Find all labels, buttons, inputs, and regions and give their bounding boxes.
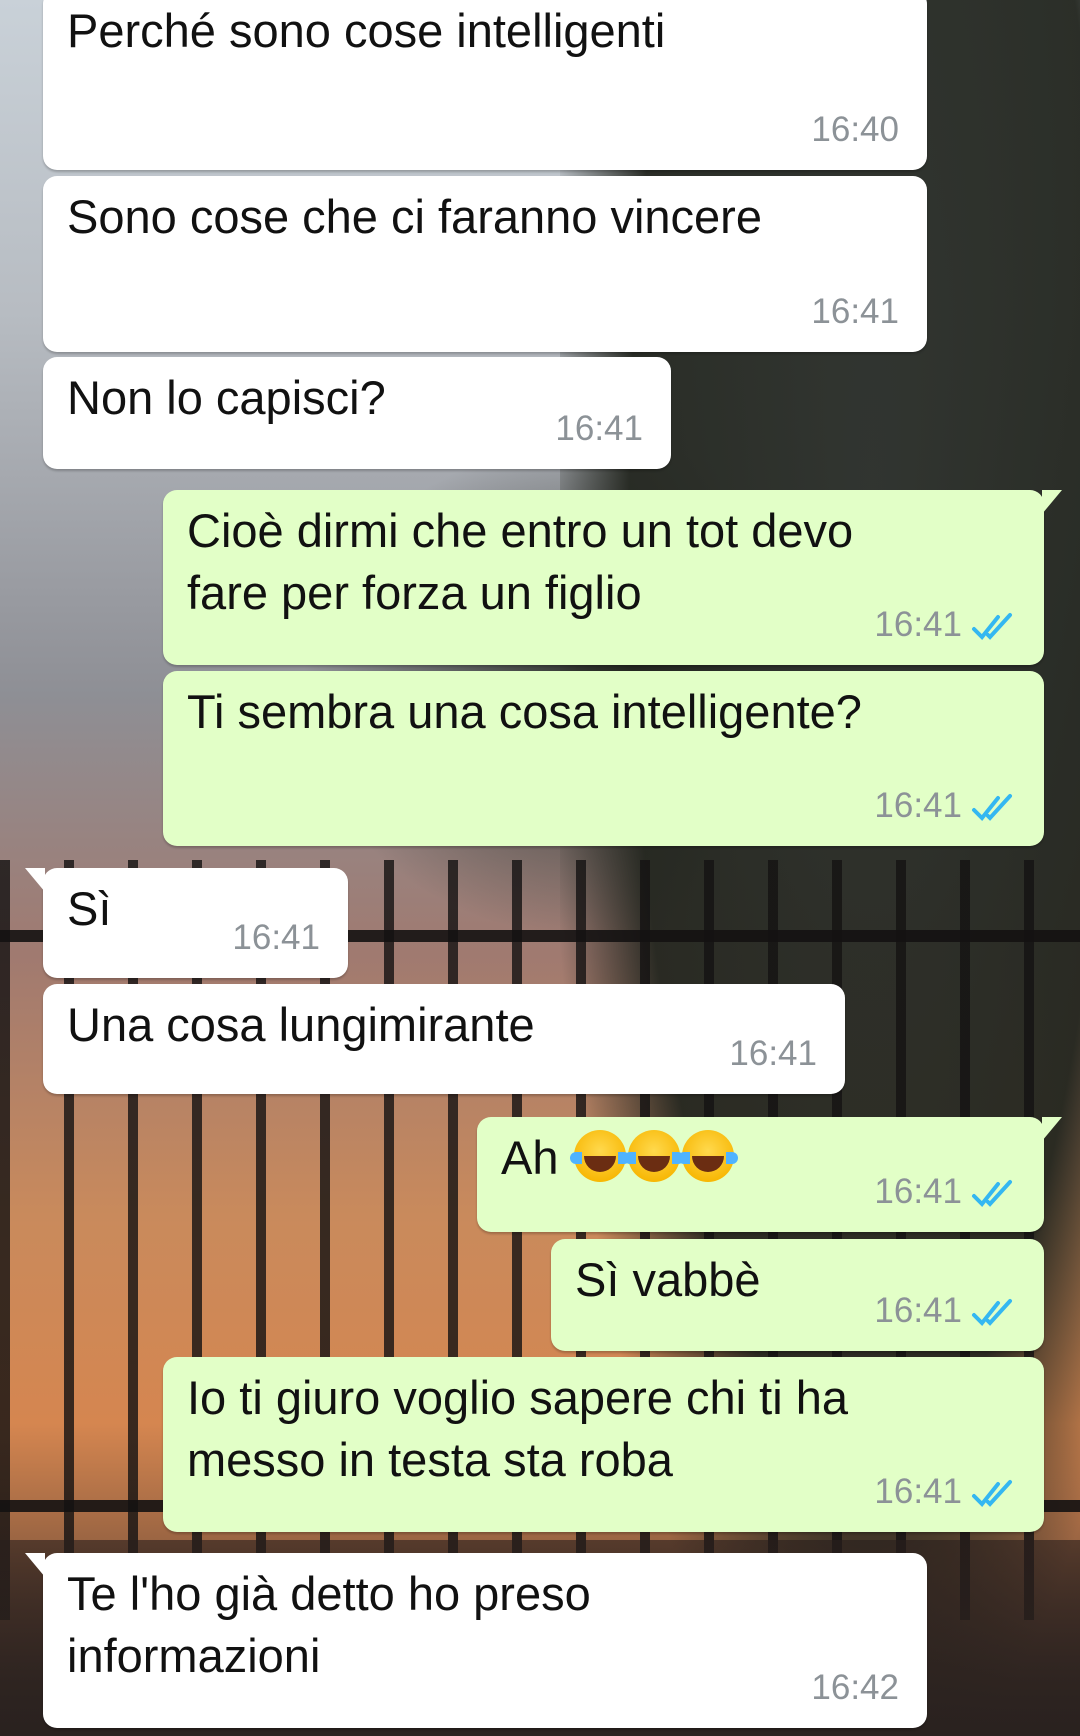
message-time: 16:40 bbox=[811, 110, 899, 149]
message-incoming[interactable]: Sì 16:41 bbox=[25, 868, 348, 978]
message-text: Ti sembra una cosa intelligente? bbox=[187, 685, 862, 738]
message-text: Una cosa lungimirante bbox=[67, 998, 535, 1051]
message-time: 16:41 bbox=[874, 786, 962, 825]
message-time: 16:42 bbox=[811, 1668, 899, 1707]
message-list[interactable]: Perché sono cose intelligenti 16:40 Sono… bbox=[0, 0, 1080, 1736]
message-incoming[interactable]: Perché sono cose intelligenti 16:40 bbox=[43, 0, 927, 170]
message-incoming[interactable]: Te l'ho già detto ho preso informazioni … bbox=[25, 1553, 927, 1728]
message-text: Te l'ho già detto ho preso informazioni bbox=[67, 1567, 591, 1682]
bubble-tail bbox=[1042, 1117, 1062, 1141]
message-text: Sono cose che ci faranno vincere bbox=[67, 190, 762, 243]
message-incoming[interactable]: Non lo capisci? 16:41 bbox=[43, 357, 671, 469]
double-check-read-icon bbox=[972, 613, 1012, 640]
bubble-tail bbox=[25, 1553, 45, 1577]
message-time: 16:41 bbox=[874, 605, 962, 644]
message-outgoing[interactable]: Ti sembra una cosa intelligente? 16:41 bbox=[163, 671, 1044, 846]
face-with-tears-of-joy-icon bbox=[623, 1130, 684, 1182]
bubble-tail bbox=[1042, 490, 1062, 514]
message-time: 16:41 bbox=[874, 1291, 962, 1330]
double-check-read-icon bbox=[972, 1180, 1012, 1207]
message-incoming[interactable]: Una cosa lungimirante 16:41 bbox=[43, 984, 845, 1094]
message-text: Perché sono cose intelligenti bbox=[67, 4, 666, 57]
double-check-read-icon bbox=[972, 1480, 1012, 1507]
double-check-read-icon bbox=[972, 1299, 1012, 1326]
message-outgoing[interactable]: Io ti giuro voglio sapere chi ti ha mess… bbox=[163, 1357, 1044, 1532]
message-outgoing[interactable]: Ah 16:41 bbox=[477, 1117, 1062, 1232]
message-time: 16:41 bbox=[729, 1034, 817, 1073]
face-with-tears-of-joy-icon bbox=[569, 1130, 630, 1182]
message-time: 16:41 bbox=[874, 1472, 962, 1511]
message-time: 16:41 bbox=[555, 409, 643, 448]
message-incoming[interactable]: Sono cose che ci faranno vincere 16:41 bbox=[43, 176, 927, 352]
double-check-read-icon bbox=[972, 794, 1012, 821]
bubble-tail bbox=[25, 868, 45, 892]
face-with-tears-of-joy-icon bbox=[677, 1130, 738, 1182]
message-time: 16:41 bbox=[232, 918, 320, 957]
message-time: 16:41 bbox=[811, 292, 899, 331]
message-outgoing[interactable]: Sì vabbè 16:41 bbox=[551, 1239, 1044, 1351]
message-outgoing[interactable]: Cioè dirmi che entro un tot devo fare pe… bbox=[163, 490, 1062, 665]
message-time: 16:41 bbox=[874, 1172, 962, 1211]
